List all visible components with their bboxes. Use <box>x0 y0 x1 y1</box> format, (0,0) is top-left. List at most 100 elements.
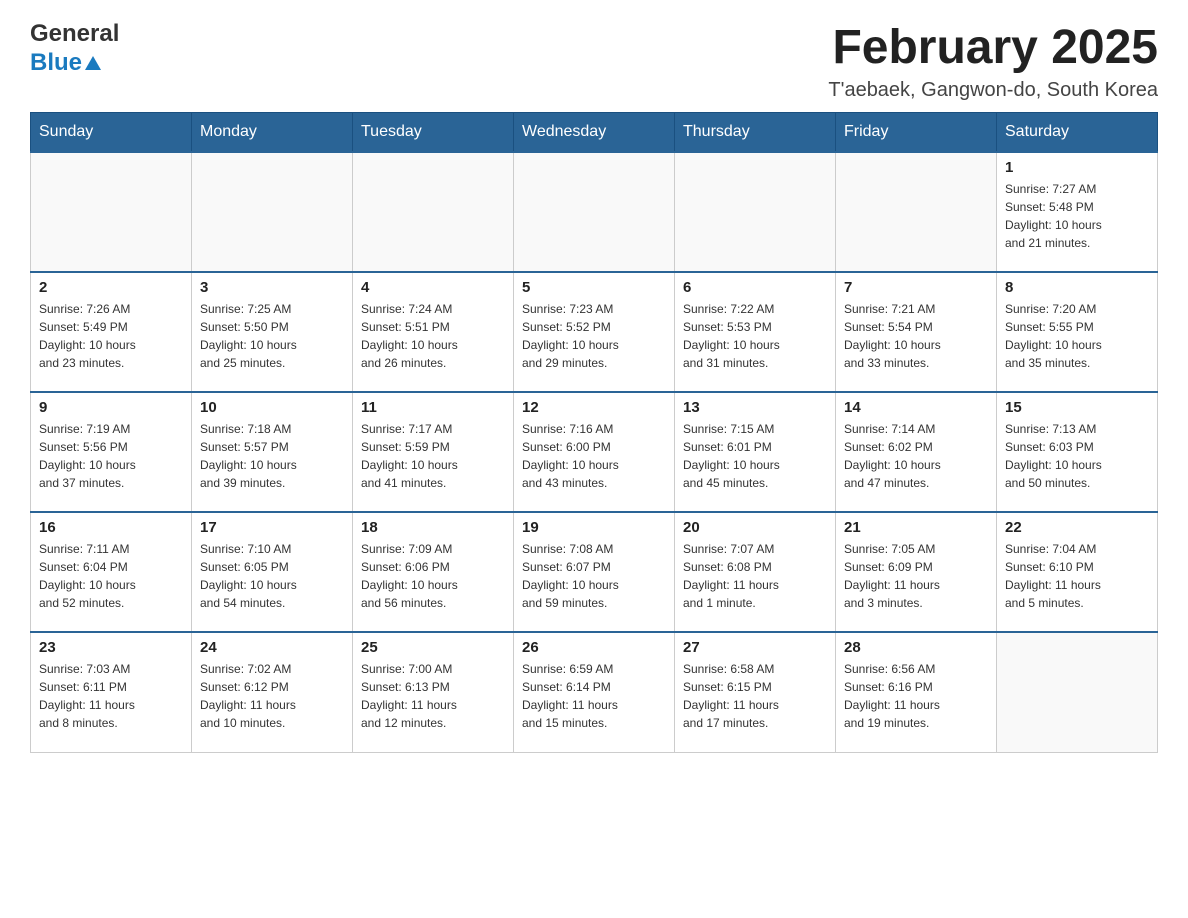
calendar-body: 1Sunrise: 7:27 AMSunset: 5:48 PMDaylight… <box>31 152 1158 752</box>
day-info: Sunrise: 7:25 AMSunset: 5:50 PMDaylight:… <box>200 300 344 372</box>
day-info: Sunrise: 7:10 AMSunset: 6:05 PMDaylight:… <box>200 540 344 612</box>
calendar-cell: 1Sunrise: 7:27 AMSunset: 5:48 PMDaylight… <box>997 152 1158 272</box>
calendar-cell <box>836 152 997 272</box>
day-info: Sunrise: 7:18 AMSunset: 5:57 PMDaylight:… <box>200 420 344 492</box>
calendar-cell <box>192 152 353 272</box>
calendar-cell: 19 Sunrise: 7:08 AMSunset: 6:07 PMDayligh… <box>514 512 675 632</box>
day-info: Sunrise: 7:05 AMSunset: 6:09 PMDaylight:… <box>844 540 988 612</box>
day-info: Sunrise: 7:20 AMSunset: 5:55 PMDaylight:… <box>1005 300 1149 372</box>
calendar-cell <box>514 152 675 272</box>
day-number: 22 <box>1005 519 1149 536</box>
day-number: 20 <box>683 519 827 536</box>
day-of-week-tuesday: Tuesday <box>353 113 514 153</box>
day-info: Sunrise: 7:02 AMSunset: 6:12 PMDaylight:… <box>200 660 344 732</box>
calendar-cell: 12Sunrise: 7:16 AMSunset: 6:00 PMDayligh… <box>514 392 675 512</box>
logo-blue: Blue <box>30 49 119 78</box>
calendar-header: SundayMondayTuesdayWednesdayThursdayFrid… <box>31 113 1158 153</box>
calendar-cell: 2Sunrise: 7:26 AMSunset: 5:49 PMDaylight… <box>31 272 192 392</box>
day-info: Sunrise: 7:07 AMSunset: 6:08 PMDaylight:… <box>683 540 827 612</box>
day-of-week-friday: Friday <box>836 113 997 153</box>
calendar-cell: 23Sunrise: 7:03 AMSunset: 6:11 PMDayligh… <box>31 632 192 752</box>
calendar-cell: 17 Sunrise: 7:10 AMSunset: 6:05 PMDayligh… <box>192 512 353 632</box>
calendar-cell: 11 Sunrise: 7:17 AMSunset: 5:59 PMDayligh… <box>353 392 514 512</box>
day-of-week-saturday: Saturday <box>997 113 1158 153</box>
calendar-cell <box>997 632 1158 752</box>
day-number: 5 <box>522 279 666 296</box>
day-number: 4 <box>361 279 505 296</box>
calendar-cell: 25Sunrise: 7:00 AMSunset: 6:13 PMDayligh… <box>353 632 514 752</box>
calendar-cell: 3Sunrise: 7:25 AMSunset: 5:50 PMDaylight… <box>192 272 353 392</box>
week-row-4: 23Sunrise: 7:03 AMSunset: 6:11 PMDayligh… <box>31 632 1158 752</box>
day-number: 24 <box>200 639 344 656</box>
day-info: Sunrise: 7:13 AMSunset: 6:03 PMDaylight:… <box>1005 420 1149 492</box>
day-number: 11 <box>361 399 505 416</box>
day-number: 7 <box>844 279 988 296</box>
day-number: 21 <box>844 519 988 536</box>
day-number: 25 <box>361 639 505 656</box>
day-info: Sunrise: 7:17 AMSunset: 5:59 PMDaylight:… <box>361 420 505 492</box>
day-of-week-thursday: Thursday <box>675 113 836 153</box>
day-info: Sunrise: 7:11 AMSunset: 6:04 PMDaylight:… <box>39 540 183 612</box>
week-row-0: 1Sunrise: 7:27 AMSunset: 5:48 PMDaylight… <box>31 152 1158 272</box>
day-info: Sunrise: 7:03 AMSunset: 6:11 PMDaylight:… <box>39 660 183 732</box>
day-info: Sunrise: 7:16 AMSunset: 6:00 PMDaylight:… <box>522 420 666 492</box>
day-info: Sunrise: 7:27 AMSunset: 5:48 PMDaylight:… <box>1005 180 1149 252</box>
calendar-cell: 18 Sunrise: 7:09 AMSunset: 6:06 PMDayligh… <box>353 512 514 632</box>
day-info: Sunrise: 7:14 AMSunset: 6:02 PMDaylight:… <box>844 420 988 492</box>
calendar-cell <box>675 152 836 272</box>
calendar-table: SundayMondayTuesdayWednesdayThursdayFrid… <box>30 112 1158 753</box>
day-info: Sunrise: 7:04 AMSunset: 6:10 PMDaylight:… <box>1005 540 1149 612</box>
days-of-week-row: SundayMondayTuesdayWednesdayThursdayFrid… <box>31 113 1158 153</box>
day-number: 14 <box>844 399 988 416</box>
calendar-cell: 20 Sunrise: 7:07 AMSunset: 6:08 PMDayligh… <box>675 512 836 632</box>
day-number: 6 <box>683 279 827 296</box>
calendar-cell: 28 Sunrise: 6:56 AMSunset: 6:16 PMDayligh… <box>836 632 997 752</box>
calendar-cell: 10 Sunrise: 7:18 AMSunset: 5:57 PMDayligh… <box>192 392 353 512</box>
calendar-cell: 13Sunrise: 7:15 AMSunset: 6:01 PMDayligh… <box>675 392 836 512</box>
day-info: Sunrise: 6:56 AMSunset: 6:16 PMDaylight:… <box>844 660 988 732</box>
calendar-cell: 8 Sunrise: 7:20 AMSunset: 5:55 PMDaylight… <box>997 272 1158 392</box>
day-of-week-monday: Monday <box>192 113 353 153</box>
day-info: Sunrise: 7:08 AMSunset: 6:07 PMDaylight:… <box>522 540 666 612</box>
logo-general: General <box>30 20 119 49</box>
calendar-cell <box>31 152 192 272</box>
calendar-cell: 21 Sunrise: 7:05 AMSunset: 6:09 PMDayligh… <box>836 512 997 632</box>
title-section: February 2025 T'aebaek, Gangwon-do, Sout… <box>828 20 1158 102</box>
calendar-cell: 9Sunrise: 7:19 AMSunset: 5:56 PMDaylight… <box>31 392 192 512</box>
day-info: Sunrise: 7:22 AMSunset: 5:53 PMDaylight:… <box>683 300 827 372</box>
day-number: 17 <box>200 519 344 536</box>
day-number: 2 <box>39 279 183 296</box>
calendar-cell: 26 Sunrise: 6:59 AMSunset: 6:14 PMDayligh… <box>514 632 675 752</box>
calendar-cell: 27 Sunrise: 6:58 AMSunset: 6:15 PMDayligh… <box>675 632 836 752</box>
day-of-week-sunday: Sunday <box>31 113 192 153</box>
day-info: Sunrise: 6:58 AMSunset: 6:15 PMDaylight:… <box>683 660 827 732</box>
day-number: 26 <box>522 639 666 656</box>
day-info: Sunrise: 7:23 AMSunset: 5:52 PMDaylight:… <box>522 300 666 372</box>
logo-blue-text: Blue <box>30 49 82 78</box>
day-number: 27 <box>683 639 827 656</box>
day-number: 8 <box>1005 279 1149 296</box>
calendar-cell: 24 Sunrise: 7:02 AMSunset: 6:12 PMDayligh… <box>192 632 353 752</box>
day-number: 28 <box>844 639 988 656</box>
logo: General Blue <box>30 20 119 78</box>
calendar-cell: 4 Sunrise: 7:24 AMSunset: 5:51 PMDaylight… <box>353 272 514 392</box>
calendar-cell: 7Sunrise: 7:21 AMSunset: 5:54 PMDaylight… <box>836 272 997 392</box>
week-row-1: 2Sunrise: 7:26 AMSunset: 5:49 PMDaylight… <box>31 272 1158 392</box>
calendar-cell <box>353 152 514 272</box>
day-info: Sunrise: 7:19 AMSunset: 5:56 PMDaylight:… <box>39 420 183 492</box>
day-number: 13 <box>683 399 827 416</box>
day-number: 10 <box>200 399 344 416</box>
logo-triangle-icon <box>85 56 101 70</box>
week-row-3: 16 Sunrise: 7:11 AMSunset: 6:04 PMDayligh… <box>31 512 1158 632</box>
calendar-cell: 14 Sunrise: 7:14 AMSunset: 6:02 PMDayligh… <box>836 392 997 512</box>
page-title: February 2025 <box>828 20 1158 75</box>
day-number: 19 <box>522 519 666 536</box>
day-number: 16 <box>39 519 183 536</box>
day-info: Sunrise: 7:24 AMSunset: 5:51 PMDaylight:… <box>361 300 505 372</box>
page-subtitle: T'aebaek, Gangwon-do, South Korea <box>828 79 1158 102</box>
calendar-cell: 5 Sunrise: 7:23 AMSunset: 5:52 PMDaylight… <box>514 272 675 392</box>
day-number: 18 <box>361 519 505 536</box>
day-of-week-wednesday: Wednesday <box>514 113 675 153</box>
day-info: Sunrise: 7:09 AMSunset: 6:06 PMDaylight:… <box>361 540 505 612</box>
day-info: Sunrise: 6:59 AMSunset: 6:14 PMDaylight:… <box>522 660 666 732</box>
